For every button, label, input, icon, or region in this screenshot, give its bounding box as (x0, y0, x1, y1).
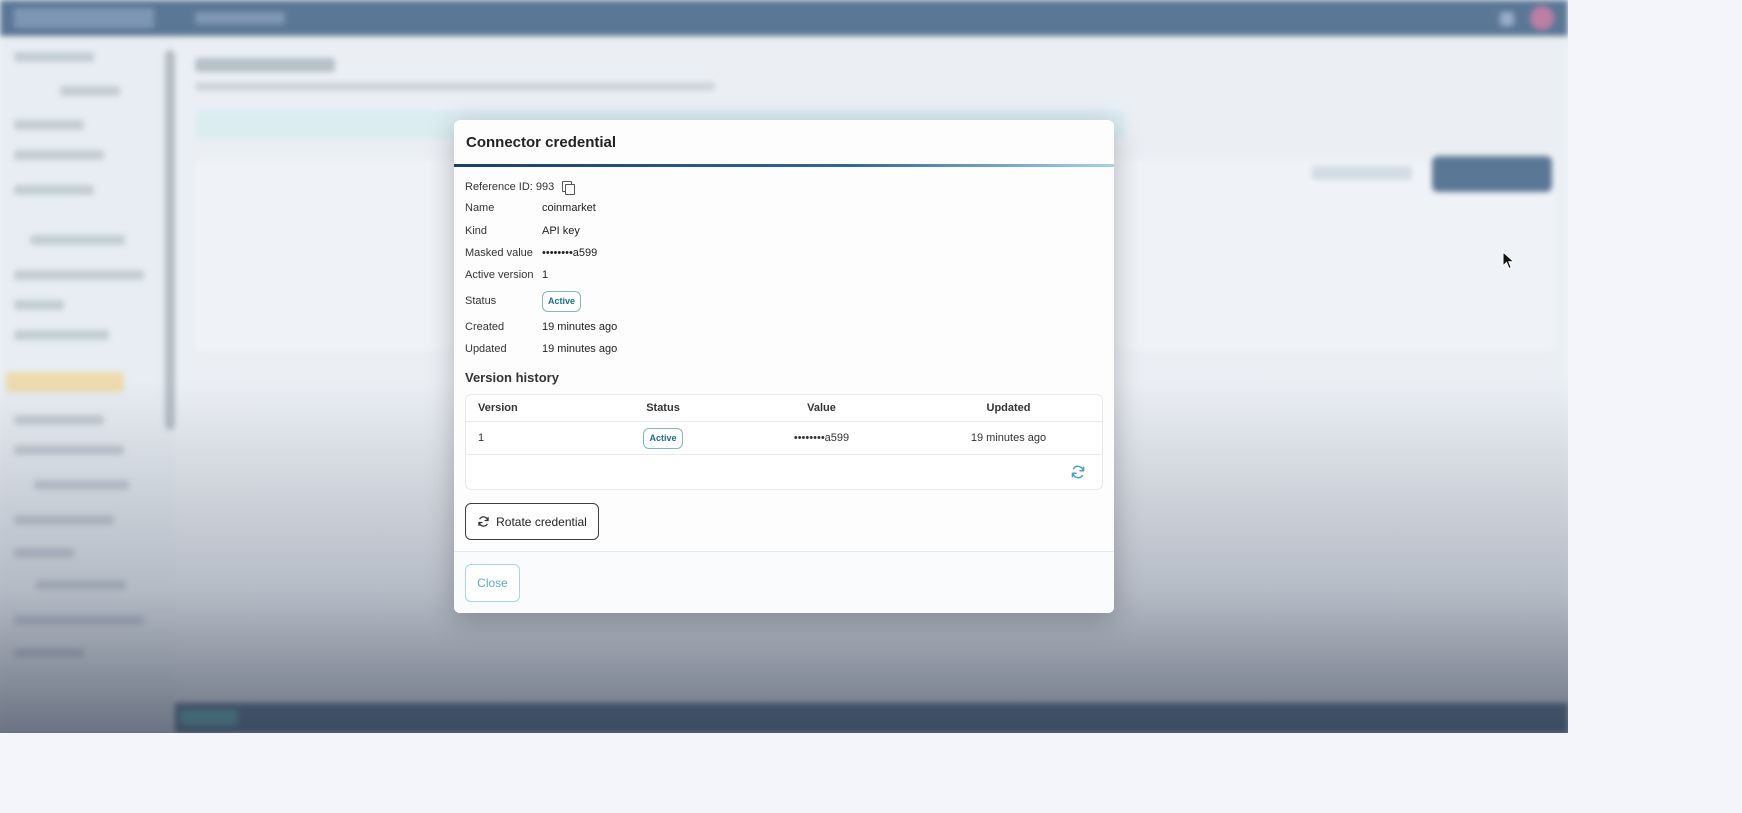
field-masked-value-row: Masked value ••••••••a599 (465, 244, 1103, 261)
field-updated-row: Updated 19 minutes ago (465, 340, 1103, 357)
close-button[interactable]: Close (465, 564, 520, 602)
cell-version: 1 (478, 432, 485, 444)
field-value: 19 minutes ago (542, 342, 618, 355)
connector-credential-dialog: Connector credential Reference ID: 993 N… (454, 120, 1114, 613)
rotate-credential-label: Rotate credential (496, 514, 587, 529)
status-badge: Active (542, 290, 582, 312)
version-history-table: Version Status Value Updated 1 Active ••… (465, 394, 1103, 490)
field-kind-row: Kind API key (465, 222, 1103, 239)
cell-status: Active (596, 427, 730, 449)
field-key: Kind (465, 224, 488, 237)
rotate-credential-button[interactable]: Rotate credential (465, 503, 599, 540)
field-status-row: Status Active (465, 289, 1103, 313)
cell-updated: 19 minutes ago (970, 432, 1047, 444)
version-history-title: Version history (465, 370, 559, 385)
dialog-footer: Close (454, 551, 1114, 613)
field-key: Created (465, 320, 505, 333)
field-key: Name (465, 201, 495, 214)
field-name-row: Name coinmarket (465, 199, 1103, 216)
rotate-icon (478, 516, 489, 527)
field-value: 1 (542, 268, 549, 281)
column-header-version: Version (478, 402, 518, 414)
column-header-status: Status (646, 402, 680, 414)
dialog-title: Connector credential (466, 133, 617, 151)
field-value: 19 minutes ago (542, 320, 618, 333)
field-key: Masked value (465, 246, 533, 259)
mouse-pointer-icon (1502, 251, 1516, 270)
column-header-updated: Updated (986, 402, 1031, 414)
field-value: API key (542, 224, 580, 237)
field-key: Status (465, 295, 497, 307)
refresh-icon[interactable] (1070, 464, 1086, 480)
status-badge: Active (643, 427, 683, 449)
table-footer (466, 455, 1102, 489)
table-header: Version Status Value Updated (466, 395, 1102, 422)
field-value: ••••••••a599 (542, 246, 598, 259)
field-active-version-row: Active version 1 (465, 266, 1103, 283)
dialog-body: Reference ID: 993 Name coinmarket Kind A… (454, 167, 1114, 540)
cell-value: ••••••••a599 (793, 432, 850, 444)
field-created-row: Created 19 minutes ago (465, 318, 1103, 335)
copy-icon[interactable] (562, 180, 576, 195)
field-key: Active version (465, 268, 534, 281)
dialog-header: Connector credential (454, 120, 1114, 164)
table-row: 1 Active ••••••••a599 19 minutes ago (466, 422, 1102, 455)
reference-id-label: Reference ID: 993 (465, 181, 555, 193)
reference-id-row: Reference ID: 993 (465, 179, 1103, 195)
field-value: coinmarket (542, 201, 596, 214)
column-header-value: Value (807, 402, 836, 414)
field-key: Updated (465, 342, 507, 355)
